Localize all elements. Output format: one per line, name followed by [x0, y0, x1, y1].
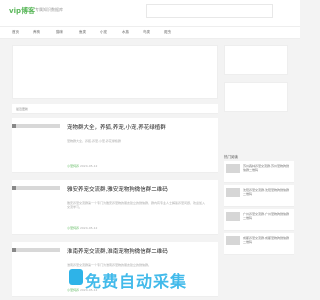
article-tag[interactable]: 小宠饲养	[67, 226, 79, 230]
article-excerpt: 淮南养宠交流群第一个专门为淮南养宠物的朋友建立的微信群。	[67, 263, 152, 267]
article-thumbnail[interactable]	[12, 248, 60, 252]
article-excerpt: 雅安养宠交流群第一个专门为雅安养宠物的朋友建立的微信群，群内有专业人士解答养宠问…	[67, 201, 206, 209]
site-slogan: 专属知识数据库	[35, 7, 63, 12]
hot-read-item[interactable]: 苏州森林养宠交流群,苏州宠物狗微信群二维码	[224, 161, 294, 183]
article-excerpt: 宠物群大全，养狐,养宠,小宠,养花绿植群	[67, 139, 121, 143]
top-header: vip博客 专属知识数据库	[0, 0, 300, 27]
hot-read-item[interactable]: 成都养宠交流群,成都宠物狗微信群二维码	[224, 233, 294, 255]
nav-item[interactable]: 鸟类	[143, 30, 150, 35]
search-input[interactable]	[146, 4, 273, 18]
nav-item[interactable]: 水族	[122, 30, 129, 35]
hot-reads-heading: 热门阅读	[224, 155, 238, 159]
article-tag[interactable]: 小宠饲养	[67, 288, 79, 292]
hot-read-title[interactable]: 广州养宠交流群,广州宠物狗微信群二维码	[243, 212, 291, 220]
breadcrumb: 最近更新	[12, 104, 218, 114]
nav-item[interactable]: 爬虫	[164, 30, 171, 35]
article-title[interactable]: 淮南养宠交流群,淮南宠物狗微信群二维码	[67, 247, 168, 255]
hot-read-title[interactable]: 沈阳养宠交流群,沈阳宠物狗微信群二维码	[243, 188, 291, 196]
watermark-text: 免费自动采集	[85, 272, 188, 291]
breadcrumb-label: 最近更新	[16, 107, 29, 111]
article-title[interactable]: 宠物群大全，养狐,养宠,小宠,养花绿植群	[67, 123, 166, 131]
article-meta: 小宠饲养 2024-05-12	[67, 226, 97, 230]
nav-item[interactable]: 猫咪	[56, 30, 63, 35]
banner-area	[12, 45, 218, 99]
hot-read-title[interactable]: 成都养宠交流群,成都宠物狗微信群二维码	[243, 236, 291, 244]
hot-read-thumbnail[interactable]	[226, 164, 240, 173]
hot-read-title[interactable]: 苏州森林养宠交流群,苏州宠物狗微信群二维码	[243, 164, 291, 172]
watermark-logo-icon	[69, 269, 83, 285]
nav-item[interactable]: 鱼类	[79, 30, 86, 35]
article-thumbnail[interactable]	[12, 124, 60, 128]
article-thumbnail[interactable]	[12, 186, 60, 190]
site-logo[interactable]: vip博客	[9, 6, 35, 16]
article-meta: 小宠饲养 2024-05-12	[67, 164, 97, 168]
nav-item[interactable]: 首页	[12, 30, 19, 35]
sidebar-widget	[224, 45, 288, 75]
hot-read-thumbnail[interactable]	[226, 236, 240, 245]
article-date: 2024-05-12	[79, 226, 98, 230]
main-nav: 首页 养狗 猫咪 鱼类 小宠 水族 鸟类 爬虫	[0, 27, 300, 39]
article-card[interactable]: 宠物群大全，养狐,养宠,小宠,养花绿植群 宠物群大全，养狐,养宠,小宠,养花绿植…	[12, 118, 218, 173]
article-date: 2024-05-12	[79, 164, 98, 168]
hot-read-thumbnail[interactable]	[226, 212, 240, 221]
sidebar-widget	[224, 82, 288, 112]
article-tag[interactable]: 小宠饲养	[67, 164, 79, 168]
hot-read-item[interactable]: 沈阳养宠交流群,沈阳宠物狗微信群二维码	[224, 185, 294, 207]
hot-read-thumbnail[interactable]	[226, 188, 240, 197]
nav-item[interactable]: 养狗	[33, 30, 40, 35]
nav-item[interactable]: 小宠	[100, 30, 107, 35]
hot-read-item[interactable]: 广州养宠交流群,广州宠物狗微信群二维码	[224, 209, 294, 231]
article-card[interactable]: 雅安养宠交流群,雅安宠物狗微信群二维码 雅安养宠交流群第一个专门为雅安养宠物的朋…	[12, 180, 218, 235]
article-title[interactable]: 雅安养宠交流群,雅安宠物狗微信群二维码	[67, 185, 168, 193]
